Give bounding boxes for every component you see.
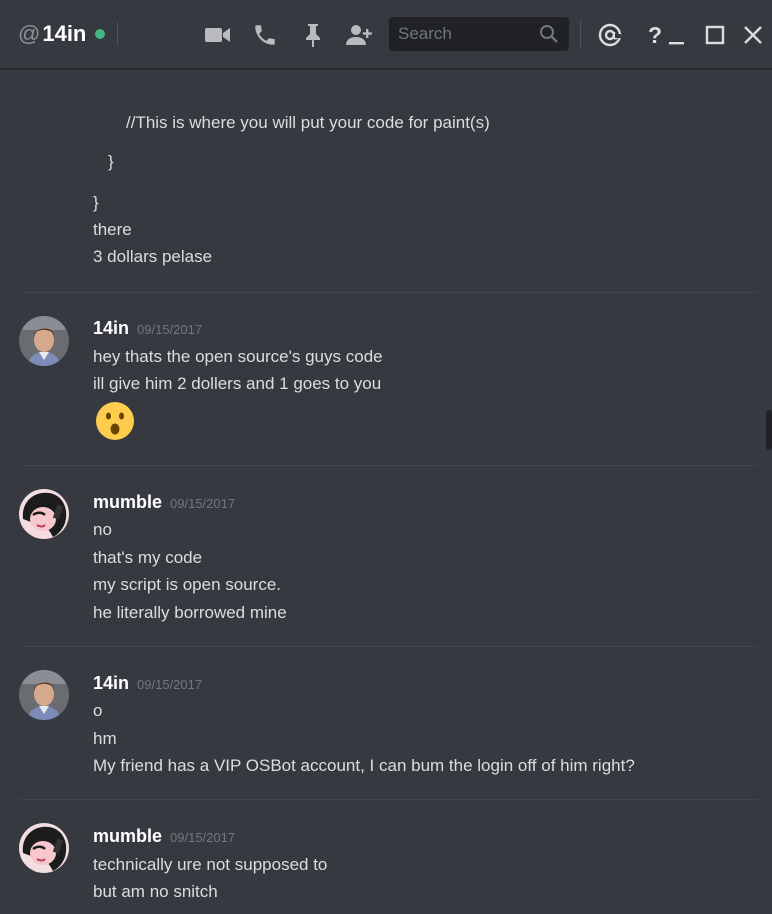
timestamp: 09/15/2017 xyxy=(137,677,203,692)
timestamp: 09/15/2017 xyxy=(170,830,236,845)
at-symbol: @ xyxy=(18,21,41,46)
help-icon: ? xyxy=(647,21,663,48)
hushed-face-icon xyxy=(96,402,134,440)
message-divider xyxy=(20,292,758,293)
user-avatar-image xyxy=(19,489,69,539)
mentions-button[interactable] xyxy=(596,22,624,48)
author-name[interactable]: mumble xyxy=(93,492,162,513)
maximize-button[interactable] xyxy=(701,22,729,48)
minimize-button[interactable] xyxy=(667,22,687,48)
timestamp: 09/15/2017 xyxy=(170,496,236,511)
channel-header: @ 14in xyxy=(18,21,119,47)
message-line: hm xyxy=(93,729,117,748)
message-divider xyxy=(20,799,758,800)
message-line: technically ure not supposed to xyxy=(93,855,328,874)
message-divider xyxy=(20,646,758,647)
message-line: My friend has a VIP OSBot account, I can… xyxy=(93,756,635,775)
user-avatar-image xyxy=(19,670,69,720)
avatar[interactable] xyxy=(19,316,69,366)
search-input[interactable] xyxy=(396,23,540,45)
help-button[interactable]: ? xyxy=(644,22,666,48)
message-author: 14in 09/15/2017 xyxy=(93,318,202,339)
search-icon xyxy=(539,24,559,49)
timestamp: 09/15/2017 xyxy=(137,322,203,337)
add-user-icon xyxy=(346,25,372,45)
code-line: } xyxy=(93,193,99,212)
channel-name[interactable]: 14in xyxy=(42,21,86,47)
author-name[interactable]: 14in xyxy=(93,318,129,339)
message-line: hey thats the open source's guys code xyxy=(93,347,383,366)
start-voice-call-button[interactable] xyxy=(251,22,279,48)
author-name[interactable]: mumble xyxy=(93,826,162,847)
hushed-face-emoji xyxy=(95,401,135,441)
message-author: mumble 09/15/2017 xyxy=(93,826,235,847)
search-box[interactable] xyxy=(389,17,569,51)
close-button[interactable] xyxy=(739,22,767,48)
avatar[interactable] xyxy=(19,670,69,720)
message-line: my script is open source. xyxy=(93,575,282,594)
add-friends-button[interactable] xyxy=(345,22,373,48)
minimize-icon xyxy=(669,42,684,45)
message-line: ill give him 2 dollers and 1 goes to you xyxy=(93,374,382,393)
scrollbar-thumb[interactable] xyxy=(766,410,772,450)
message-author: 14in 09/15/2017 xyxy=(93,673,202,694)
video-camera-icon xyxy=(205,28,230,42)
at-icon xyxy=(598,23,622,47)
message-author: mumble 09/15/2017 xyxy=(93,492,235,513)
divider xyxy=(580,20,581,48)
message-list[interactable]: //This is where you will put your code f… xyxy=(0,70,758,914)
message-line: no xyxy=(93,520,112,539)
avatar[interactable] xyxy=(19,823,69,873)
message-line: he literally borrowed mine xyxy=(93,603,287,622)
message-line: 3 dollars pelase xyxy=(93,247,213,266)
close-icon xyxy=(744,26,762,44)
pin-icon xyxy=(306,24,320,47)
phone-icon xyxy=(255,25,275,45)
message-divider xyxy=(20,465,758,466)
message-line: there xyxy=(93,220,132,239)
avatar[interactable] xyxy=(19,489,69,539)
divider xyxy=(117,22,119,46)
message-line: but am no snitch xyxy=(93,882,218,901)
title-bar: @ 14in Search ? xyxy=(0,0,772,69)
code-line: //This is where you will put your code f… xyxy=(126,113,490,132)
maximize-icon xyxy=(705,25,725,45)
start-video-call-button[interactable] xyxy=(204,22,232,48)
author-name[interactable]: 14in xyxy=(93,673,129,694)
user-avatar-image xyxy=(19,823,69,873)
online-status-dot xyxy=(95,29,106,39)
message-line: that's my code xyxy=(93,548,203,567)
user-avatar-image xyxy=(19,316,69,366)
code-line: } xyxy=(108,152,114,171)
message-line: o xyxy=(93,701,103,720)
pinned-messages-button[interactable] xyxy=(299,22,327,48)
